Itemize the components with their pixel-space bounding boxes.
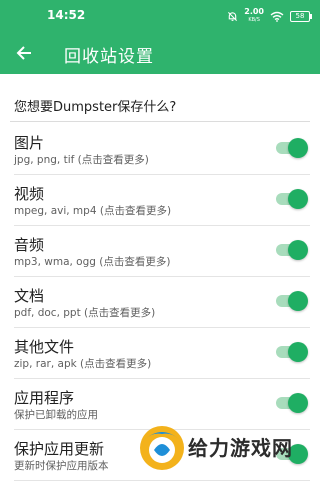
setting-title: 应用程序 bbox=[14, 389, 75, 407]
setting-row-other-files[interactable]: 其他文件 zip, rar, apk (点击查看更多) bbox=[14, 328, 310, 379]
status-time: 14:52 bbox=[47, 8, 86, 22]
watermark: 给力游戏网 bbox=[138, 420, 320, 473]
toggle-videos[interactable] bbox=[276, 189, 308, 209]
setting-row-documents[interactable]: 文档 pdf, doc, ppt (点击查看更多) bbox=[14, 277, 310, 328]
page-title: 回收站设置 bbox=[64, 47, 154, 67]
setting-row-videos[interactable]: 视频 mpeg, avi, mp4 (点击查看更多) bbox=[14, 175, 310, 226]
back-button[interactable] bbox=[8, 37, 40, 69]
setting-title: 图片 bbox=[14, 134, 45, 152]
site-logo-icon bbox=[140, 426, 184, 470]
toggle-images[interactable] bbox=[276, 138, 308, 158]
setting-row-audio[interactable]: 音频 mp3, wma, ogg (点击查看更多) bbox=[14, 226, 310, 277]
wifi-icon bbox=[270, 11, 284, 22]
setting-subtitle: mp3, wma, ogg (点击查看更多) bbox=[14, 256, 171, 268]
setting-subtitle: jpg, png, tif (点击查看更多) bbox=[14, 154, 149, 166]
watermark-text: 给力游戏网 bbox=[188, 436, 293, 460]
setting-title: 视频 bbox=[14, 185, 45, 203]
toggle-apps[interactable] bbox=[276, 393, 308, 413]
toggle-documents[interactable] bbox=[276, 291, 308, 311]
setting-subtitle: mpeg, avi, mp4 (点击查看更多) bbox=[14, 205, 172, 217]
setting-title: 文档 bbox=[14, 287, 45, 305]
setting-title: 音频 bbox=[14, 236, 45, 254]
network-speed-value: 2.00 bbox=[244, 7, 264, 16]
toggle-audio[interactable] bbox=[276, 240, 308, 260]
setting-subtitle: 保护已卸载的应用 bbox=[14, 409, 98, 421]
battery-icon: 58 bbox=[290, 10, 312, 22]
app-bar: 回收站设置 bbox=[0, 32, 320, 74]
arrow-left-icon bbox=[16, 46, 31, 60]
setting-subtitle: zip, rar, apk (点击查看更多) bbox=[14, 358, 152, 370]
network-speed: 2.00 KB/S bbox=[244, 8, 264, 24]
setting-title: 保护应用更新 bbox=[14, 440, 105, 458]
section-divider bbox=[10, 121, 310, 122]
toggle-other-files[interactable] bbox=[276, 342, 308, 362]
section-header: 您想要Dumpster保存什么? bbox=[14, 100, 177, 115]
alarm-off-icon bbox=[228, 11, 238, 21]
setting-title: 其他文件 bbox=[14, 338, 75, 356]
setting-subtitle: pdf, doc, ppt (点击查看更多) bbox=[14, 307, 156, 319]
battery-level: 58 bbox=[295, 11, 305, 20]
setting-row-images[interactable]: 图片 jpg, png, tif (点击查看更多) bbox=[14, 124, 310, 175]
status-bar: 14:52 2.00 KB/S 58 bbox=[0, 0, 320, 32]
network-speed-unit: KB/S bbox=[248, 17, 260, 23]
setting-subtitle: 更新时保护应用版本 bbox=[14, 460, 109, 472]
status-icons: 2.00 KB/S 58 bbox=[227, 7, 312, 25]
